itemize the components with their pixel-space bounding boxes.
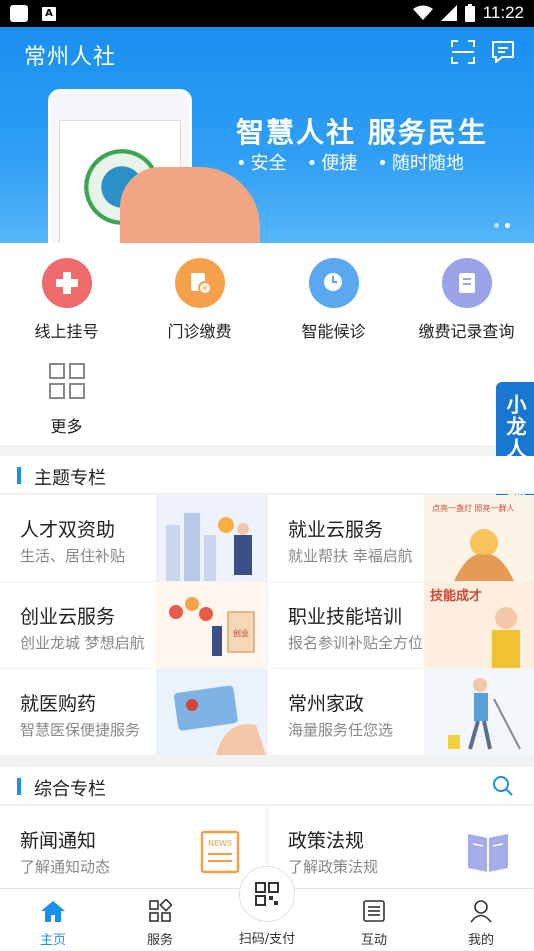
list-icon: [363, 900, 385, 922]
quick-action-smart-queue[interactable]: 智能候诊: [267, 258, 400, 342]
section-title: 综合专栏: [34, 779, 106, 800]
card-subtitle: 创业龙城 梦想启航: [20, 634, 145, 652]
card-news-notice[interactable]: 新闻通知 了解通知动态 NEWS: [0, 806, 266, 892]
card-title: 常州家政: [288, 693, 365, 715]
lantern-hands-illustration: 点亮一盏灯 照亮一群人: [424, 495, 534, 581]
user-icon: [470, 900, 492, 923]
card-subtitle: 就业帮扶 幸福启航: [288, 547, 413, 565]
carousel-dot: [494, 223, 499, 228]
card-title: 就业云服务: [288, 519, 384, 541]
header-banner[interactable]: 常州人社 智慧人社 服务民生 安全 便捷 随时随地: [0, 27, 534, 243]
card-subtitle: 生活、居住补贴: [20, 547, 126, 565]
card-title: 职业技能培训: [288, 606, 403, 628]
card-subtitle: 海量服务任您选: [288, 721, 394, 739]
startup-illustration: 创业: [156, 582, 266, 668]
quick-action-payment-records[interactable]: 缴费记录查询: [400, 258, 533, 342]
banner-slogan: 智慧人社 服务民生: [236, 116, 488, 149]
a-icon: A: [42, 6, 56, 21]
card-skills-training[interactable]: 职业技能培训 报名参训补贴全方位 技能成才: [268, 582, 534, 668]
tab-home[interactable]: 主页: [8, 889, 98, 951]
quick-action-clinic-payment[interactable]: ¥ 门诊缴费: [133, 258, 266, 342]
quick-action-more[interactable]: 更多: [0, 363, 133, 437]
card-subtitle: 智慧医保便捷服务: [20, 721, 141, 739]
card-startup-cloud[interactable]: 创业云服务 创业龙城 梦想启航 创业: [0, 582, 266, 668]
quick-action-label: 更多: [50, 417, 83, 436]
qr-code-icon: [255, 882, 279, 906]
quick-action-label: 线上挂号: [34, 322, 99, 341]
housekeeping-illustration: [424, 669, 534, 755]
card-art-text: 点亮一盏灯 照亮一群人: [432, 503, 515, 513]
medical-cross-icon: [41, 258, 92, 308]
card-title: 就医购药: [20, 693, 97, 715]
search-icon[interactable]: [492, 775, 514, 797]
card-changzhou-housekeeping[interactable]: 常州家政 海量服务任您选: [268, 669, 534, 755]
book-icon: [468, 834, 508, 872]
tab-services[interactable]: 服务: [115, 889, 205, 951]
quick-action-label: 智能候诊: [301, 322, 366, 341]
app-title: 常州人社: [24, 45, 117, 70]
message-icon[interactable]: [490, 39, 516, 65]
signal-icon: [440, 5, 457, 21]
insurance-card-illustration: [156, 669, 266, 755]
banner-hand-illustration: [120, 167, 260, 243]
quick-action-label: 门诊缴费: [167, 322, 232, 341]
status-bar: A 11:22: [0, 0, 534, 27]
scan-pay-button[interactable]: [239, 866, 295, 922]
battery-icon: [464, 4, 475, 22]
banner-subtitles: 安全 便捷 随时随地: [236, 149, 464, 175]
card-art-text: 创业: [233, 628, 249, 638]
section-title: 主题专栏: [34, 468, 106, 489]
tab-me[interactable]: 我的: [436, 889, 526, 951]
notification-icon: [10, 5, 28, 22]
card-subtitle: 了解通知动态: [20, 858, 111, 876]
home-icon: [41, 901, 65, 922]
card-title: 政策法规: [288, 830, 365, 852]
card-medical-medicine[interactable]: 就医购药 智慧医保便捷服务: [0, 669, 266, 755]
grid-icon: [48, 363, 85, 399]
card-subtitle: 报名参训补贴全方位: [288, 634, 424, 652]
apps-icon: [149, 898, 173, 922]
card-subtitle: 了解政策法规: [288, 858, 379, 876]
banner-sub-item: 便捷: [307, 149, 357, 175]
topic-section-header: 主题专栏: [0, 456, 534, 494]
card-employment-cloud[interactable]: 就业云服务 就业帮扶 幸福启航 点亮一盏灯 照亮一群人: [268, 495, 534, 581]
wifi-icon: [412, 5, 433, 20]
card-art-text: 技能成才: [430, 588, 482, 604]
scan-icon[interactable]: [450, 39, 476, 65]
card-art-text: NEWS: [208, 839, 232, 848]
card-title: 人才双资助: [20, 519, 116, 541]
card-talent-subsidy[interactable]: 人才双资助 生活、居住补贴: [0, 495, 266, 581]
quick-action-online-register[interactable]: 线上挂号: [0, 258, 133, 342]
banner-sub-item: 随时随地: [377, 149, 464, 175]
clock-icon: [308, 258, 359, 308]
tab-label: 主页: [39, 933, 66, 948]
receipt-icon: [441, 258, 492, 308]
card-title: 新闻通知: [20, 830, 97, 852]
general-section-header: 综合专栏: [0, 767, 534, 805]
tab-label: 我的: [467, 933, 494, 948]
carousel-dot-active: [505, 223, 510, 228]
skills-person-illustration: 技能成才: [424, 582, 534, 668]
bill-icon: ¥: [174, 258, 225, 308]
card-title: 创业云服务: [20, 606, 116, 628]
city-businessman-illustration: [156, 495, 266, 581]
svg-text:¥: ¥: [202, 284, 207, 293]
quick-actions: 线上挂号 ¥ 门诊缴费 智能候诊 缴费记录查询 更多: [0, 243, 534, 445]
quick-action-label: 缴费记录查询: [418, 322, 515, 341]
banner-sub-item: 安全: [236, 149, 287, 175]
clock: 11:22: [482, 3, 524, 22]
tab-label: 服务: [146, 933, 173, 948]
tab-interaction[interactable]: 互动: [329, 889, 419, 951]
carousel-dots: [494, 223, 510, 228]
tab-label: 互动: [360, 933, 387, 948]
tab-label-scan-pay: 扫码/支付: [238, 932, 296, 947]
card-policy-regulations[interactable]: 政策法规 了解政策法规: [268, 806, 534, 892]
